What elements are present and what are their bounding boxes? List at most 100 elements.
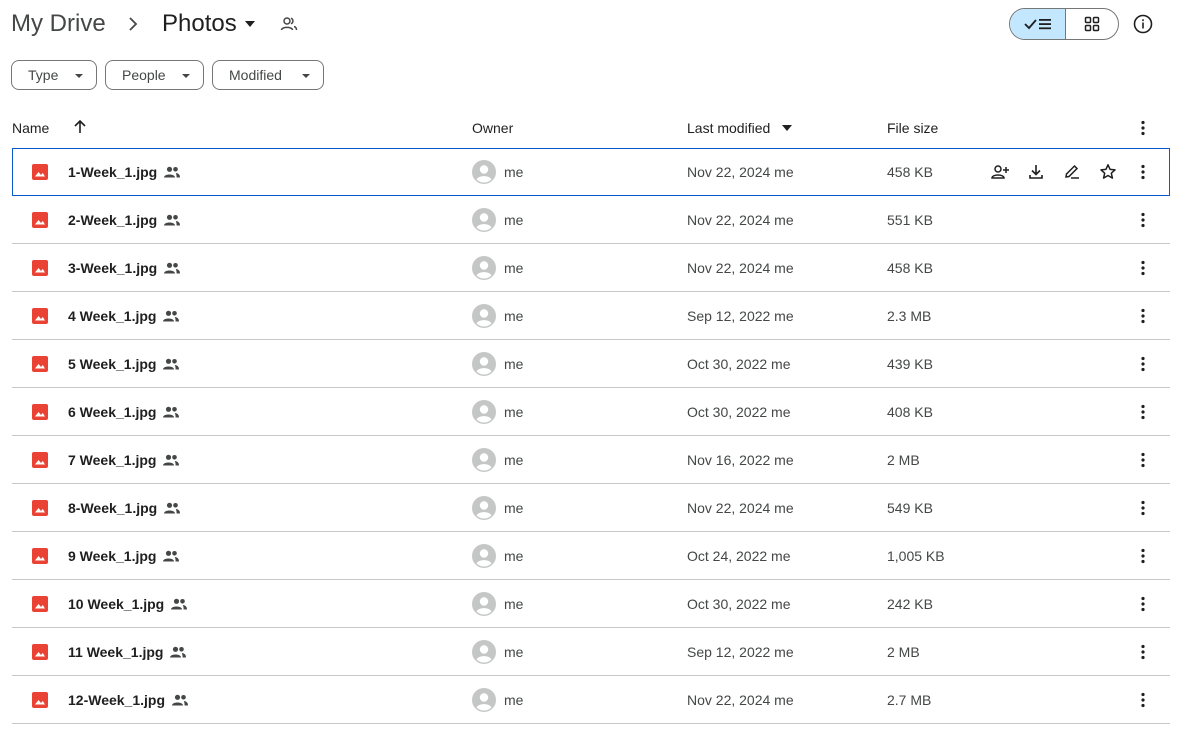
- image-file-icon: [32, 644, 48, 660]
- more-vert-icon[interactable]: [1133, 546, 1153, 566]
- avatar: [472, 640, 496, 664]
- arrow-up-icon[interactable]: [72, 118, 88, 136]
- file-size-text: 2 MB: [887, 644, 920, 660]
- share-person-add-icon[interactable]: [990, 162, 1010, 182]
- owner-text: me: [504, 692, 524, 708]
- avatar: [472, 448, 496, 472]
- avatar: [472, 256, 496, 280]
- table-row[interactable]: 2-Week_1.jpg me Nov 22, 2024 me 551 KB: [12, 196, 1170, 244]
- image-file-icon: [32, 452, 48, 468]
- file-name-text: 7 Week_1.jpg: [68, 452, 157, 468]
- owner-text: me: [504, 356, 524, 372]
- file-name[interactable]: 2-Week_1.jpg: [68, 211, 181, 229]
- table-row[interactable]: 7 Week_1.jpg me Nov 16, 2022 me 2 MB: [12, 436, 1170, 484]
- people-filter-chip[interactable]: People: [105, 60, 204, 90]
- more-vert-icon[interactable]: [1133, 498, 1153, 518]
- table-row[interactable]: 11 Week_1.jpg me Sep 12, 2022 me 2 MB: [12, 628, 1170, 676]
- table-row[interactable]: 10 Week_1.jpg me Oct 30, 2022 me 242 KB: [12, 580, 1170, 628]
- table-row[interactable]: 3-Week_1.jpg me Nov 22, 2024 me 458 KB: [12, 244, 1170, 292]
- table-row[interactable]: 5 Week_1.jpg me Oct 30, 2022 me 439 KB: [12, 340, 1170, 388]
- owner-text: me: [504, 596, 524, 612]
- last-modified-text: Nov 22, 2024 me: [687, 500, 794, 516]
- last-modified-text: Nov 22, 2024 me: [687, 212, 794, 228]
- rename-pencil-icon[interactable]: [1062, 162, 1082, 182]
- file-name[interactable]: 7 Week_1.jpg: [68, 451, 180, 469]
- more-vert-icon[interactable]: [1133, 306, 1153, 326]
- file-name-text: 3-Week_1.jpg: [68, 260, 158, 276]
- table-row[interactable]: 12-Week_1.jpg me Nov 22, 2024 me 2.7 MB: [12, 676, 1170, 724]
- file-name[interactable]: 10 Week_1.jpg: [68, 595, 188, 613]
- more-vert-icon[interactable]: [1133, 354, 1153, 374]
- owner-text: me: [504, 452, 524, 468]
- shared-people-icon: [163, 214, 181, 226]
- more-vert-icon[interactable]: [1133, 642, 1153, 662]
- type-filter-chip[interactable]: Type: [11, 60, 97, 90]
- last-modified-text: Nov 22, 2024 me: [687, 164, 794, 180]
- file-name[interactable]: 11 Week_1.jpg: [68, 643, 187, 661]
- more-vert-icon[interactable]: [1133, 162, 1153, 182]
- file-name[interactable]: 9 Week_1.jpg: [68, 547, 180, 565]
- file-name[interactable]: 5 Week_1.jpg: [68, 355, 180, 373]
- list-view-button[interactable]: [1010, 9, 1066, 39]
- info-icon[interactable]: [1131, 12, 1155, 36]
- file-name[interactable]: 8-Week_1.jpg: [68, 499, 181, 517]
- chevron-right-icon: [126, 14, 140, 34]
- last-modified-text: Nov 16, 2022 me: [687, 452, 794, 468]
- file-size-text: 439 KB: [887, 356, 933, 372]
- avatar: [472, 688, 496, 712]
- download-icon[interactable]: [1026, 162, 1046, 182]
- file-name-text: 4 Week_1.jpg: [68, 308, 157, 324]
- owner-text: me: [504, 164, 524, 180]
- last-modified-text: Sep 12, 2022 me: [687, 308, 794, 324]
- caret-down-icon[interactable]: [244, 19, 256, 29]
- more-vert-icon[interactable]: [1133, 450, 1153, 470]
- file-size-text: 2.3 MB: [887, 308, 932, 324]
- owner-text: me: [504, 500, 524, 516]
- table-row[interactable]: 8-Week_1.jpg me Nov 22, 2024 me 549 KB: [12, 484, 1170, 532]
- file-list: 1-Week_1.jpg me Nov 22, 2024 me 458 KB 2-Wee…: [12, 148, 1170, 724]
- star-icon[interactable]: [1098, 162, 1118, 182]
- breadcrumb-photos[interactable]: Photos: [162, 9, 237, 39]
- modified-filter-chip[interactable]: Modified: [212, 60, 324, 90]
- more-vert-icon[interactable]: [1133, 402, 1153, 422]
- image-file-icon: [32, 260, 48, 276]
- grid-icon: [1084, 16, 1100, 32]
- more-vert-icon[interactable]: [1133, 210, 1153, 230]
- file-name[interactable]: 3-Week_1.jpg: [68, 259, 181, 277]
- table-row[interactable]: 6 Week_1.jpg me Oct 30, 2022 me 408 KB: [12, 388, 1170, 436]
- shared-people-icon: [163, 262, 181, 274]
- shared-people-icon: [170, 598, 188, 610]
- file-name[interactable]: 1-Week_1.jpg: [68, 163, 181, 181]
- shared-people-icon: [169, 646, 187, 658]
- check-list-icon: [1023, 16, 1052, 32]
- owner-text: me: [504, 260, 524, 276]
- image-file-icon: [32, 500, 48, 516]
- more-vert-icon[interactable]: [1133, 690, 1153, 710]
- more-vert-icon[interactable]: [1133, 118, 1153, 138]
- more-vert-icon[interactable]: [1133, 594, 1153, 614]
- more-vert-icon[interactable]: [1133, 258, 1153, 278]
- last-modified-text: Oct 30, 2022 me: [687, 404, 791, 420]
- file-size-text: 2 MB: [887, 452, 920, 468]
- table-row[interactable]: 9 Week_1.jpg me Oct 24, 2022 me 1,005 KB: [12, 532, 1170, 580]
- last-modified-text: Nov 22, 2024 me: [687, 692, 794, 708]
- column-header-name[interactable]: Name: [12, 118, 49, 138]
- file-name[interactable]: 12-Week_1.jpg: [68, 691, 189, 709]
- table-row[interactable]: 4 Week_1.jpg me Sep 12, 2022 me 2.3 MB: [12, 292, 1170, 340]
- last-modified-text: Oct 24, 2022 me: [687, 548, 791, 564]
- file-name-text: 1-Week_1.jpg: [68, 164, 158, 180]
- image-file-icon: [32, 164, 48, 180]
- grid-view-button[interactable]: [1066, 9, 1118, 39]
- file-name[interactable]: 4 Week_1.jpg: [68, 307, 180, 325]
- file-size-text: 458 KB: [887, 164, 933, 180]
- caret-down-icon[interactable]: [782, 125, 792, 131]
- avatar: [472, 544, 496, 568]
- last-modified-text: Sep 12, 2022 me: [687, 644, 794, 660]
- breadcrumb-my-drive[interactable]: My Drive: [11, 9, 106, 39]
- avatar: [472, 304, 496, 328]
- file-name-text: 11 Week_1.jpg: [68, 644, 164, 660]
- modified-filter-label: Modified: [229, 67, 282, 83]
- table-row[interactable]: 1-Week_1.jpg me Nov 22, 2024 me 458 KB: [12, 148, 1170, 196]
- column-header-last-modified[interactable]: Last modified: [687, 118, 770, 138]
- file-name[interactable]: 6 Week_1.jpg: [68, 403, 180, 421]
